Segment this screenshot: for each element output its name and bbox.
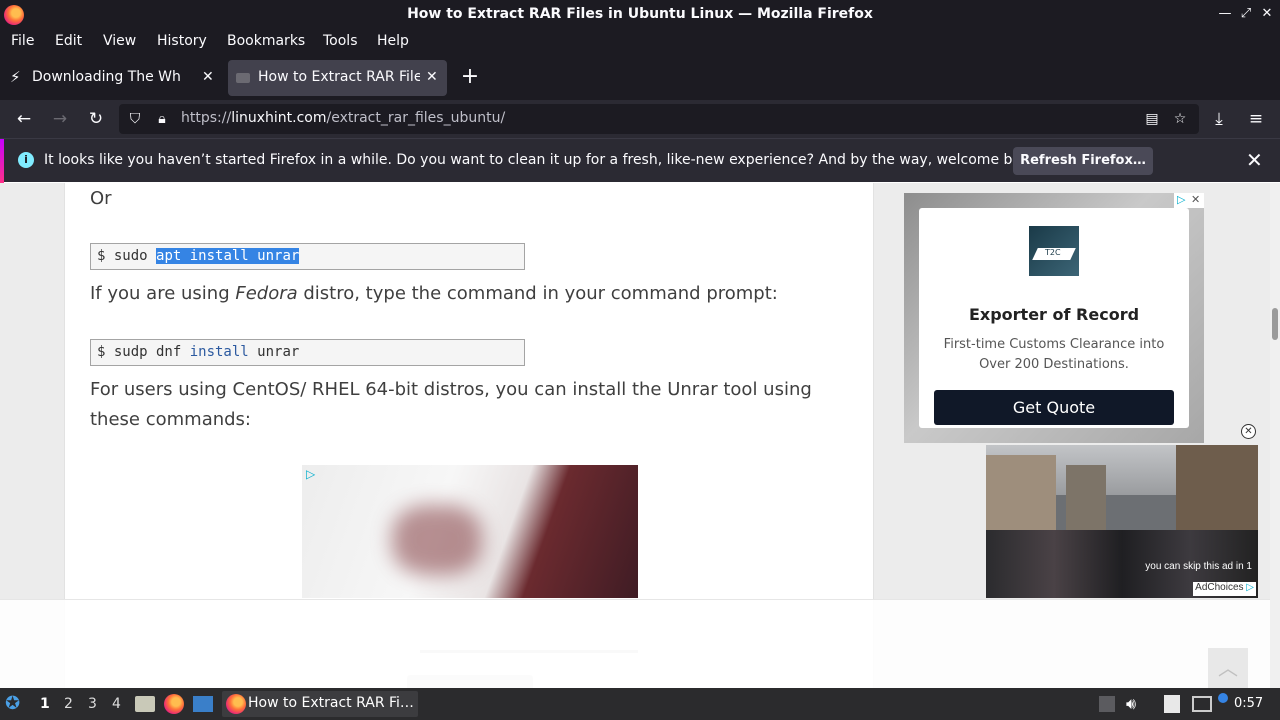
paragraph-centos: For users using CentOS/ RHEL 64-bit dist… <box>90 379 812 430</box>
clipboard-icon[interactable] <box>1164 695 1180 713</box>
tab-bar: ⚡ Downloading The White House ✕ How to E… <box>0 56 1280 100</box>
menu-file[interactable]: File <box>10 33 35 49</box>
menu-tools[interactable]: Tools <box>322 33 359 49</box>
close-notification-icon[interactable]: ✕ <box>1246 149 1263 171</box>
tab-label: Downloading The White House <box>32 69 182 85</box>
lightning-icon: ⚡ <box>10 68 21 86</box>
firefox-launcher-icon[interactable] <box>164 694 184 714</box>
ad-headline: Exporter of Record <box>968 305 1140 324</box>
volume-icon[interactable]: 🔊︎ <box>1126 694 1146 714</box>
back-arrow-icon[interactable]: ← <box>13 108 35 130</box>
maximize-icon[interactable]: ⤢ <box>1236 4 1256 24</box>
page-scrollbar[interactable] <box>1270 183 1280 688</box>
url-text[interactable]: https://linuxhint.com/extract_rar_files_… <box>181 110 505 126</box>
workspace-4[interactable]: 4 <box>112 696 121 712</box>
downloads-icon[interactable]: ⤓ <box>1208 108 1230 130</box>
info-icon: i <box>18 152 34 168</box>
scrollbar-thumb[interactable] <box>1272 308 1278 340</box>
selected-text: apt install unrar <box>156 248 300 264</box>
new-tab-plus-icon[interactable]: + <box>459 64 481 90</box>
menu-view[interactable]: View <box>102 33 137 49</box>
workspace-1[interactable]: 1 <box>40 696 50 712</box>
ad-card: T2C Exporter of Record First-time Custom… <box>919 208 1189 428</box>
display-icon[interactable] <box>1192 696 1212 712</box>
adchoices-icon[interactable]: ▷ <box>306 467 315 481</box>
notification-dot-icon[interactable] <box>1218 693 1228 703</box>
close-tab-icon[interactable]: ✕ <box>202 69 214 85</box>
reload-icon[interactable]: ↻ <box>85 108 107 130</box>
tab-label: How to Extract RAR Files in Ubuntu Linux <box>258 69 420 85</box>
page-content: Or $ sudo apt install unrar If you are u… <box>0 183 1280 688</box>
minimize-icon[interactable]: — <box>1215 4 1235 24</box>
paragraph-fedora: If you are using Fedora distro, type the… <box>90 283 778 304</box>
ad-video-blur <box>392 505 482 575</box>
bookmark-star-icon[interactable]: ☆ <box>1170 109 1190 129</box>
forward-arrow-icon[interactable]: → <box>49 108 71 130</box>
bottom-overlay <box>0 599 1280 688</box>
ad-logo: T2C <box>1029 226 1079 276</box>
reader-view-icon[interactable]: ▤ <box>1142 109 1162 129</box>
window-titlebar: How to Extract RAR Files in Ubuntu Linux… <box>0 0 1280 30</box>
shield-icon[interactable]: ⛉ <box>125 109 145 129</box>
menu-bookmarks[interactable]: Bookmarks <box>226 33 306 49</box>
url-bar[interactable]: ⛉ 🔒︎ https://linuxhint.com/extract_rar_f… <box>119 104 1199 134</box>
system-taskbar: ✪ 1 2 3 4 How to Extract RAR Fi… 🔊︎ 0:57 <box>0 688 1280 720</box>
terminal-icon[interactable] <box>193 696 213 712</box>
start-menu-icon[interactable]: ✪ <box>5 694 25 714</box>
get-quote-button[interactable]: Get Quote <box>934 390 1174 425</box>
refresh-firefox-button[interactable]: Refresh Firefox… <box>1013 147 1153 175</box>
tray-upload-icon[interactable] <box>1099 696 1115 712</box>
tab-extract-rar[interactable]: How to Extract RAR Files in Ubuntu Linux… <box>228 60 447 96</box>
notification-accent <box>0 139 4 183</box>
adchoices-close-icon[interactable]: ▷ ✕ <box>1174 193 1204 208</box>
menu-edit[interactable]: Edit <box>54 33 83 49</box>
close-tab-icon[interactable]: ✕ <box>426 69 438 85</box>
notification-message: It looks like you haven’t started Firefo… <box>44 152 1043 168</box>
menu-history[interactable]: History <box>156 33 208 49</box>
menu-help[interactable]: Help <box>376 33 410 49</box>
task-title: How to Extract RAR Fi… <box>248 695 414 711</box>
code-block-apt[interactable]: $ sudo apt install unrar <box>90 243 525 270</box>
refresh-notification-bar: i It looks like you haven’t started Fire… <box>0 138 1280 183</box>
scroll-to-top-chevron-icon[interactable]: ︿ <box>1208 648 1248 688</box>
tab-downloading[interactable]: ⚡ Downloading The White House ✕ <box>2 60 222 96</box>
code-block-dnf[interactable]: $ sudp dnf install unrar <box>90 339 525 366</box>
hamburger-menu-icon[interactable]: ≡ <box>1245 108 1267 130</box>
lock-icon[interactable]: 🔒︎ <box>152 109 172 129</box>
site-favicon-icon <box>236 73 250 83</box>
workspace-2[interactable]: 2 <box>64 696 73 712</box>
sidebar-ad[interactable]: ▷ ✕ T2C Exporter of Record First-time Cus… <box>904 193 1204 443</box>
taskbar-firefox-window[interactable]: How to Extract RAR Fi… <box>222 691 418 717</box>
file-manager-icon[interactable] <box>135 696 155 712</box>
skip-ad-text[interactable]: you can skip this ad in 1 <box>1145 561 1252 572</box>
clock: 0:57 <box>1234 696 1264 711</box>
window-title: How to Extract RAR Files in Ubuntu Linux… <box>407 6 873 22</box>
paragraph-or: Or <box>90 188 112 209</box>
ad-subtext: First-time Customs Clearance into Over 2… <box>943 337 1165 372</box>
firefox-icon <box>226 694 246 714</box>
video-ad[interactable]: you can skip this ad in 1 AdChoices ▷ <box>986 445 1258 598</box>
adchoices-label[interactable]: AdChoices ▷ <box>1193 582 1256 596</box>
navigation-toolbar: ← → ↻ ⛉ 🔒︎ https://linuxhint.com/extract… <box>0 100 1280 138</box>
close-window-icon[interactable]: ✕ <box>1257 4 1277 24</box>
workspace-3[interactable]: 3 <box>88 696 97 712</box>
close-video-ad-icon[interactable]: ✕ <box>1241 424 1256 439</box>
menu-bar: File Edit View History Bookmarks Tools H… <box>0 30 1280 56</box>
